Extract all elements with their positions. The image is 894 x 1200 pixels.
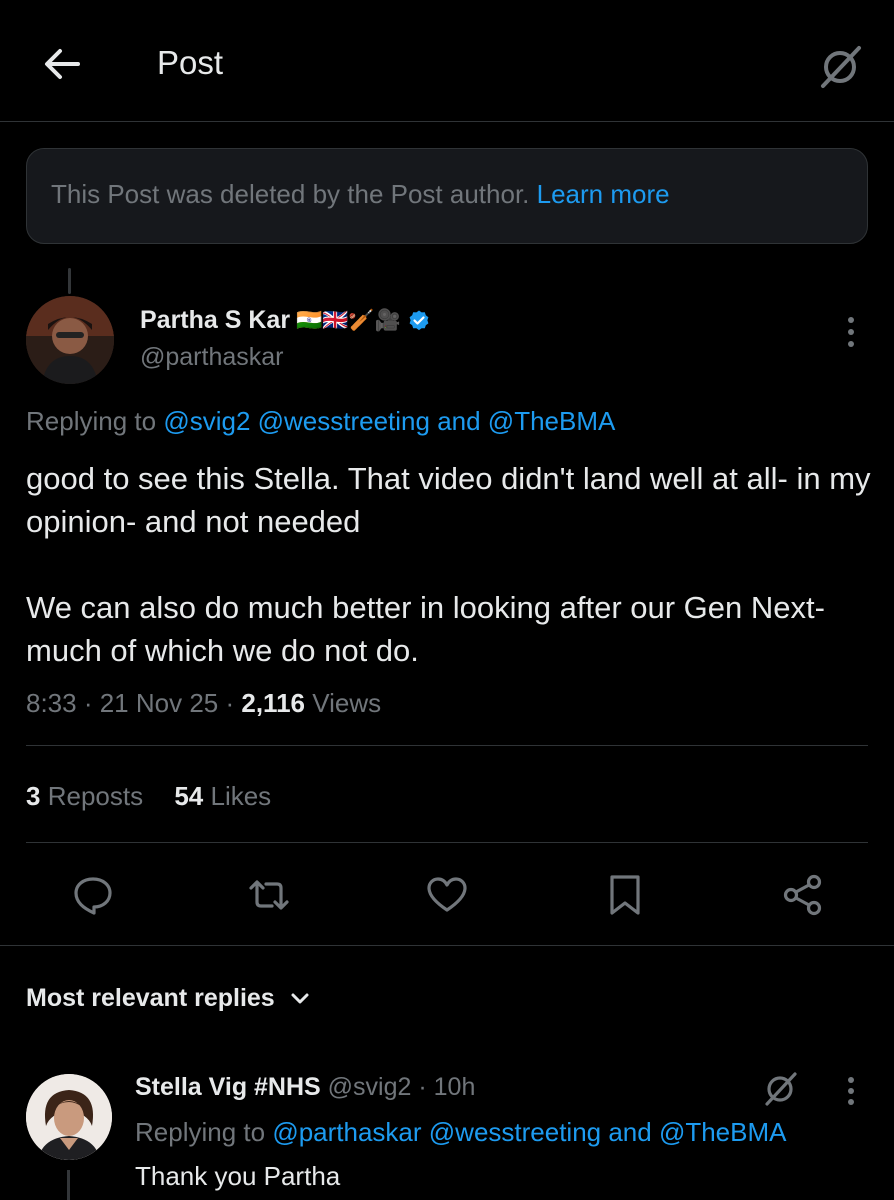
reply-text: Thank you Partha (135, 1161, 341, 1191)
author-name-emoji: 🇮🇳🇬🇧🏏🎥 (296, 308, 401, 332)
section-divider (0, 945, 894, 946)
deleted-post-notice: This Post was deleted by the Post author… (26, 148, 868, 244)
back-button[interactable] (40, 42, 84, 86)
reply-age[interactable]: 10h (434, 1073, 476, 1101)
replying-to-prefix: Replying to (26, 406, 157, 436)
reply-replying-users[interactable]: @parthaskar @wesstreeting and @TheBMA (272, 1117, 786, 1147)
views-count: 2,116 (241, 688, 305, 718)
post-time[interactable]: 8:33 (26, 688, 77, 718)
likes-label: Likes (210, 781, 272, 811)
reply-icon (74, 877, 112, 915)
views-label: Views (312, 688, 382, 718)
learn-more-link[interactable]: Learn more (537, 179, 670, 209)
more-vertical-icon (848, 317, 854, 347)
reply-author-handle[interactable]: @svig2 (328, 1073, 412, 1101)
reply-thread-line (67, 1170, 70, 1200)
deleted-notice-message: This Post was deleted by the Post author… (51, 179, 530, 209)
replies-sort-toggle[interactable]: Most relevant replies (26, 984, 311, 1013)
post-more-button[interactable] (836, 312, 866, 352)
more-vertical-icon (848, 1077, 854, 1105)
repost-button[interactable] (246, 872, 292, 918)
post-meta: 8:33 · 21 Nov 25 · 2,116 Views (26, 688, 382, 718)
avatar-image (26, 296, 114, 384)
divider (26, 842, 868, 843)
post-body-paragraph: We can also do much better in looking af… (26, 590, 825, 668)
reposts-stat[interactable]: 3 Reposts (26, 781, 143, 811)
chevron-down-icon (291, 993, 309, 1003)
reply-replying-prefix: Replying to (135, 1117, 266, 1147)
grok-icon (765, 1072, 797, 1106)
share-icon (783, 874, 822, 916)
post-stats: 3 Reposts 54 Likes (26, 781, 271, 812)
author-avatar[interactable] (26, 296, 114, 384)
reply-grok-button[interactable] (760, 1068, 800, 1108)
grok-icon (821, 46, 861, 88)
page-title: Post (157, 44, 224, 81)
reply-button[interactable] (70, 872, 116, 918)
like-button[interactable] (424, 872, 470, 918)
deleted-notice-text: This Post was deleted by the Post author… (51, 179, 670, 210)
thread-connector-line (68, 268, 71, 294)
replying-to: Replying to @svig2 @wesstreeting and @Th… (26, 406, 615, 437)
verified-badge-icon (409, 310, 429, 330)
bookmark-button[interactable] (602, 872, 648, 918)
post-body-paragraph: good to see this Stella. That video didn… (26, 461, 871, 539)
repost-icon (249, 880, 289, 910)
replies-title: Most relevant replies (26, 984, 275, 1012)
author-handle[interactable]: @parthaskar (140, 343, 284, 372)
likes-count: 54 (174, 781, 204, 811)
bookmark-icon (610, 875, 640, 915)
likes-stat[interactable]: 54 Likes (174, 781, 271, 811)
reply-header: Stella Vig #NHS @svig2 · 10h (135, 1073, 476, 1101)
reply-author-avatar[interactable] (26, 1074, 112, 1160)
share-button[interactable] (780, 872, 826, 918)
author-name[interactable]: Partha S Kar (140, 306, 290, 335)
reply-more-button[interactable] (836, 1072, 866, 1110)
reposts-count: 3 (26, 781, 41, 811)
reposts-label: Reposts (47, 781, 144, 811)
reply-author-name[interactable]: Stella Vig #NHS (135, 1073, 321, 1101)
reply-avatar-image (26, 1074, 112, 1160)
grok-button[interactable] (814, 40, 866, 92)
top-bar: Post (0, 0, 894, 122)
heart-icon (427, 877, 467, 912)
author-name-row[interactable]: Partha S Kar 🇮🇳🇬🇧🏏🎥 (140, 306, 431, 335)
divider (26, 745, 868, 746)
arrow-left-icon (45, 49, 80, 79)
replying-to-users[interactable]: @svig2 @wesstreeting and @TheBMA (163, 406, 615, 436)
post-date[interactable]: 21 Nov 25 (100, 688, 219, 718)
reply-replying-to: Replying to @parthaskar @wesstreeting an… (135, 1117, 787, 1148)
post-body: good to see this Stella. That video didn… (26, 457, 872, 672)
